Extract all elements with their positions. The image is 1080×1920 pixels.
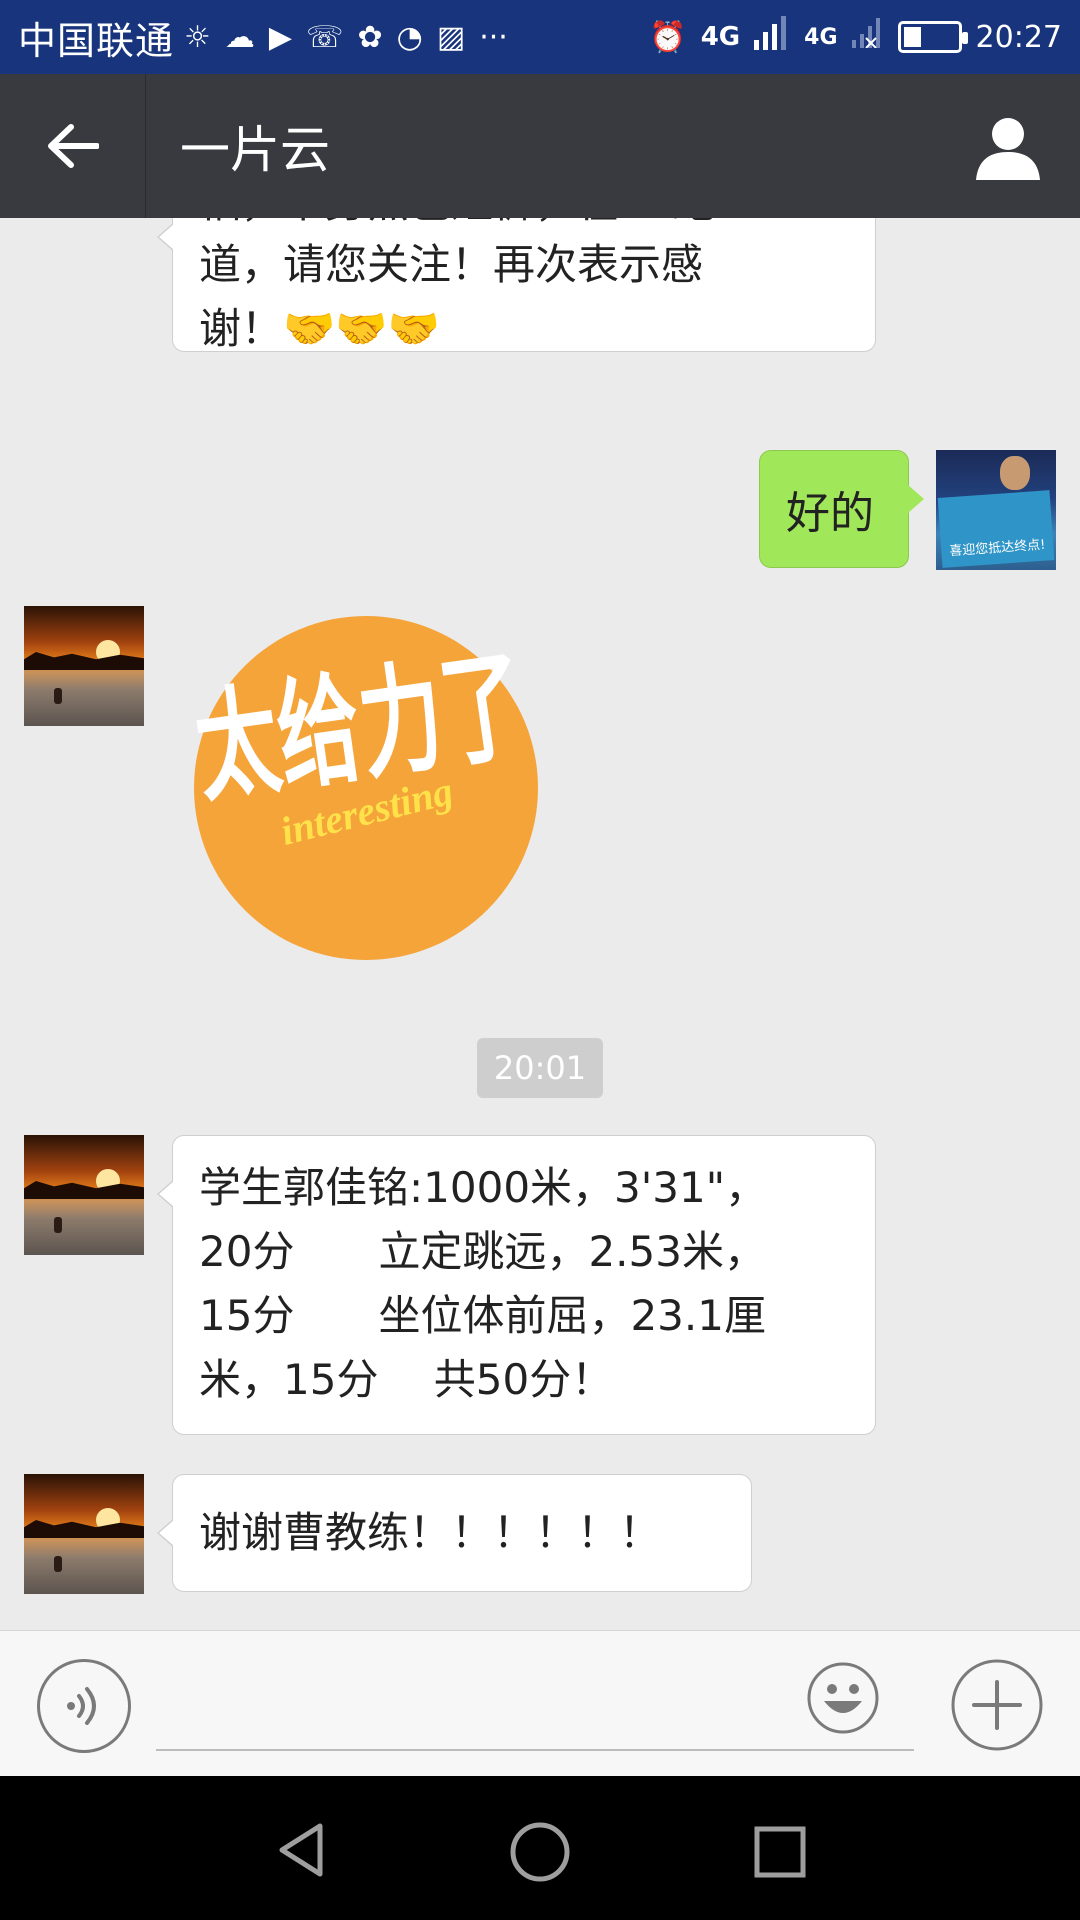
network-label-2: 4G: [804, 24, 838, 50]
image-icon: ▨: [436, 19, 466, 55]
avatar-trees: [24, 1520, 144, 1538]
message-line: 袖，下身黑色短裤，在12跑: [199, 218, 849, 233]
voice-button[interactable]: [37, 1659, 131, 1753]
more-icon: ···: [479, 19, 508, 55]
person-icon: [976, 118, 1040, 180]
message-line: 学生郭佳铭:1000米，3'31"，: [199, 1163, 768, 1212]
missed-call-icon: ☏: [306, 19, 344, 55]
clock: 20:27: [975, 19, 1062, 55]
emoji-icon: [807, 1662, 879, 1734]
message-input[interactable]: [156, 1749, 914, 1751]
avatar-trees: [24, 1181, 144, 1199]
avatar-banner-text: 喜迎您抵达终点!: [948, 537, 1046, 560]
battery-icon: [897, 21, 968, 53]
my-avatar[interactable]: 喜迎您抵达终点!: [936, 450, 1056, 570]
carrier-name: 中国联通: [18, 18, 175, 63]
no-signal-icon: [851, 18, 882, 56]
message-line: 谢！🤝🤝🤝: [199, 304, 440, 353]
status-bar: 中国联通 ☼ ☁ ▶ ☏ ✿ ◔ ▨ ··· ⏰ 4G 4G 20:27: [0, 0, 1080, 74]
message-line: 15分 坐位体前屈，23.1厘: [199, 1291, 766, 1340]
more-button[interactable]: [950, 1658, 1044, 1752]
message-bubble[interactable]: 学生郭佳铭:1000米，3'31"， 20分 立定跳远，2.53米， 15分 坐…: [157, 1135, 876, 1435]
contact-avatar[interactable]: [24, 1474, 144, 1594]
chat-title: 一片云: [180, 121, 330, 179]
message-text: 谢谢曹教练！！！！！！: [199, 1508, 662, 1557]
time-divider: 20:01: [477, 1038, 603, 1098]
notification-icons: ☼ ☁ ▶ ☏ ✿ ◔ ▨ ···: [184, 20, 522, 55]
navigation-bar: [0, 1776, 1080, 1920]
contact-avatar[interactable]: [24, 606, 144, 726]
avatar-figure: [54, 688, 62, 704]
message-line: 米，15分 共50分！: [199, 1355, 614, 1404]
nav-back-button[interactable]: [272, 1820, 332, 1880]
avatar-banner: 喜迎您抵达终点!: [937, 490, 1055, 568]
nav-recents-button[interactable]: [750, 1822, 810, 1882]
weather-icon: ☼: [184, 19, 211, 55]
contact-avatar[interactable]: [24, 1135, 144, 1255]
back-button[interactable]: [0, 74, 146, 218]
signal-icon: [754, 16, 790, 58]
cloud-icon: ☁: [224, 19, 255, 55]
sticker-graphic: 太给力了 interesting: [188, 616, 538, 960]
emoji-button[interactable]: [806, 1661, 880, 1735]
input-bar: [0, 1630, 1080, 1776]
message-line: 20分 立定跳远，2.53米，: [199, 1227, 766, 1276]
chat-info-button[interactable]: [974, 114, 1042, 182]
avatar-face: [1000, 456, 1030, 490]
back-arrow-icon: [47, 124, 99, 168]
message-bubble-sent[interactable]: 好的: [759, 450, 924, 568]
sticker-message[interactable]: 太给力了 interesting: [188, 610, 544, 966]
plus-icon: [951, 1659, 1043, 1751]
play-icon: ▶: [268, 19, 292, 55]
app-icon: ✿: [357, 19, 383, 55]
avatar-figure: [54, 1217, 62, 1233]
avatar-trees: [24, 652, 144, 670]
alarm-icon: ⏰: [649, 19, 687, 55]
message-bubble[interactable]: 袖，下身黑色短裤，在12跑 道，请您关注！再次表示感 谢！🤝🤝🤝: [157, 218, 876, 353]
title-bar: 一片云: [0, 74, 1080, 218]
voice-icon: [67, 1687, 96, 1725]
message-text: 好的: [786, 488, 874, 539]
nav-home-button[interactable]: [508, 1820, 572, 1884]
chat-area[interactable]: 袖，下身黑色短裤，在12跑 道，请您关注！再次表示感 谢！🤝🤝🤝 好的 喜迎您抵…: [0, 218, 1080, 1630]
network-label-1: 4G: [700, 22, 741, 52]
message-line: 道，请您关注！再次表示感: [199, 240, 704, 289]
avatar-figure: [54, 1556, 62, 1572]
message-bubble[interactable]: 谢谢曹教练！！！！！！: [157, 1474, 752, 1592]
battery-level: [903, 27, 921, 47]
browser-icon: ◔: [396, 19, 423, 55]
